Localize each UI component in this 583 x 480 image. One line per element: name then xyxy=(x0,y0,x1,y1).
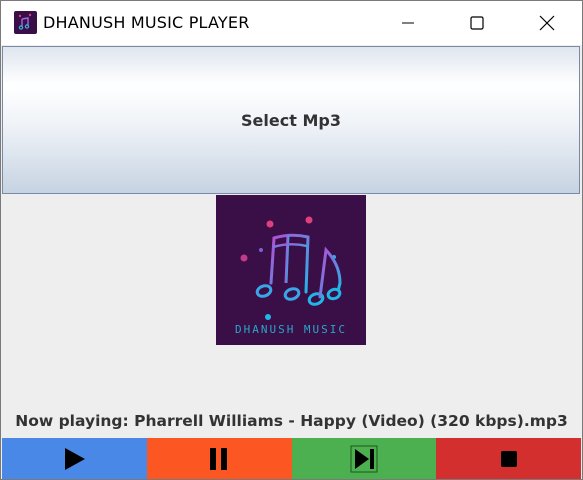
stop-icon xyxy=(500,450,517,467)
play-button[interactable] xyxy=(2,438,147,479)
window-title: DHANUSH MUSIC PLAYER xyxy=(43,13,250,32)
minimize-icon xyxy=(402,22,414,24)
close-icon xyxy=(539,15,555,31)
title-bar[interactable]: DHANUSH MUSIC PLAYER xyxy=(1,1,582,45)
maximize-button[interactable] xyxy=(454,1,500,45)
maximize-icon xyxy=(470,16,484,30)
skip-next-icon xyxy=(350,445,378,472)
pause-button[interactable] xyxy=(146,438,292,479)
playback-controls xyxy=(2,438,581,479)
album-art: DHANUSH MUSIC xyxy=(216,195,366,345)
stop-button[interactable] xyxy=(436,438,581,479)
select-mp3-button[interactable]: Select Mp3 xyxy=(2,46,580,194)
album-art-caption: DHANUSH MUSIC xyxy=(234,323,348,336)
close-button[interactable] xyxy=(524,1,570,45)
select-mp3-label: Select Mp3 xyxy=(241,110,341,130)
music-note-icon xyxy=(14,11,37,34)
app-window: DHANUSH MUSIC PLAYER Select Mp3 DHANUSH … xyxy=(0,0,583,480)
play-icon xyxy=(65,447,86,470)
next-button[interactable] xyxy=(291,438,437,479)
now-playing-label: Now playing: Pharrell Williams - Happy (… xyxy=(15,412,568,430)
minimize-button[interactable] xyxy=(385,1,431,45)
pause-icon xyxy=(210,447,228,470)
